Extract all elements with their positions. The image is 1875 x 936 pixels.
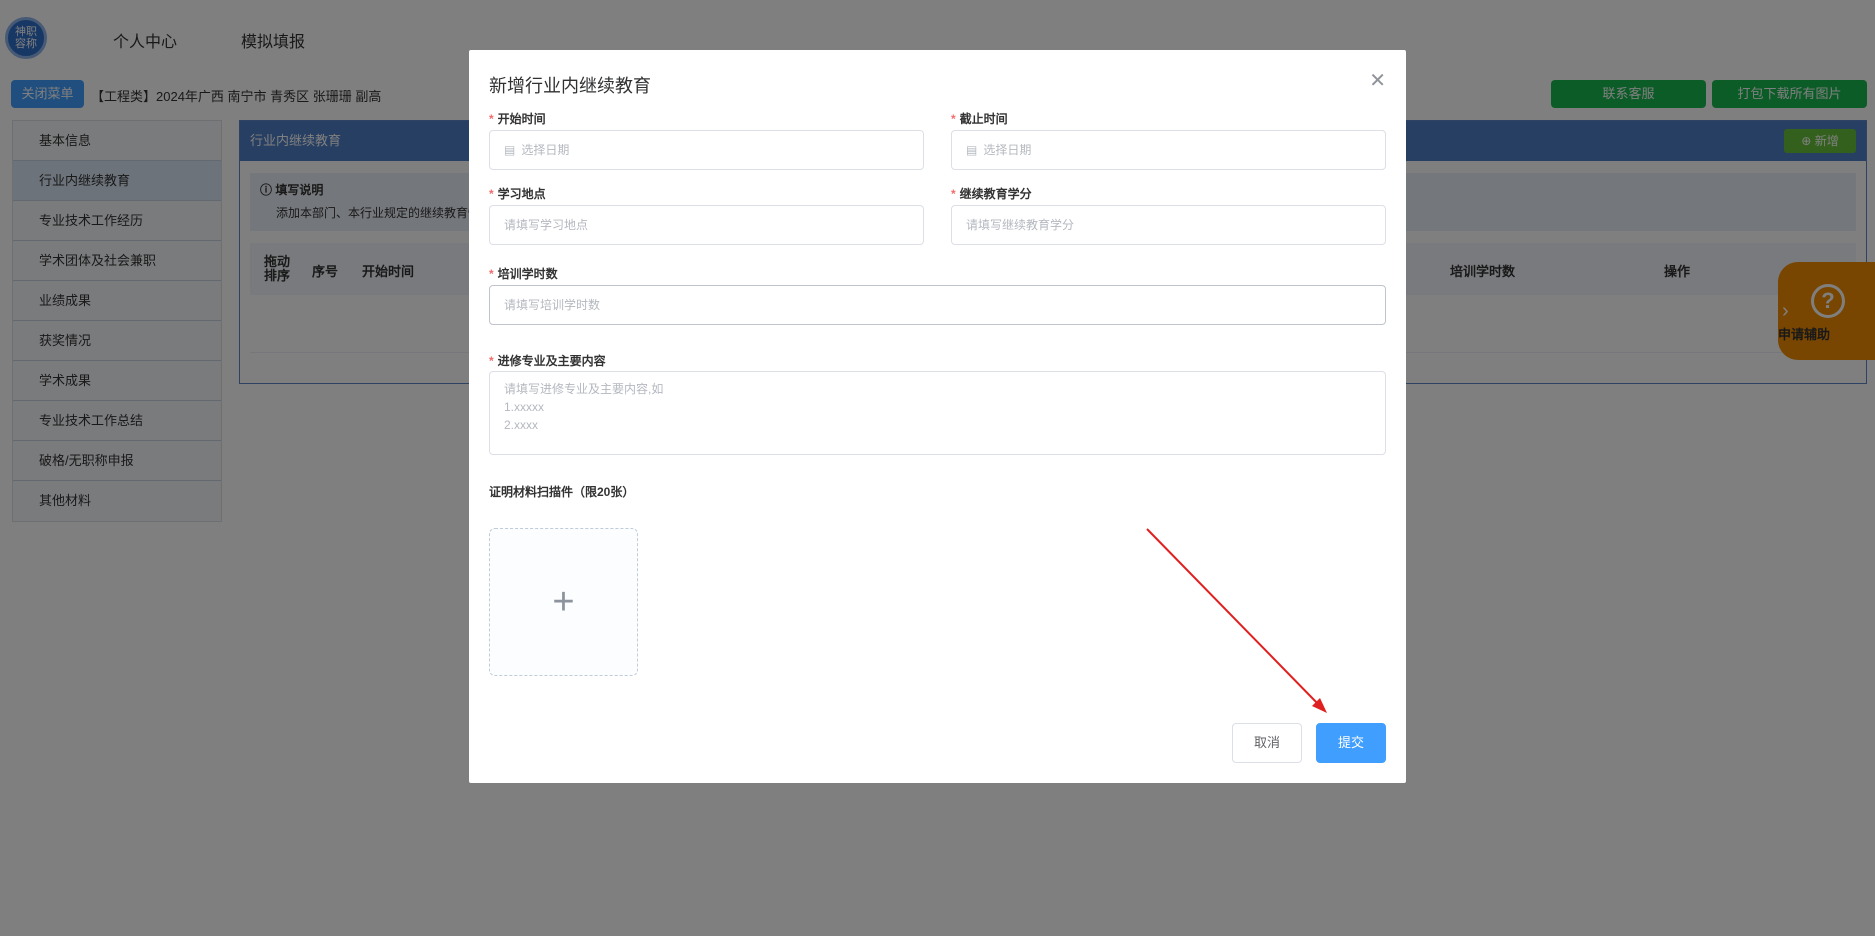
content-label: * 进修专业及主要内容 xyxy=(489,354,606,368)
training-hours-label: * 培训学时数 xyxy=(489,267,558,281)
calendar-icon: ▤ xyxy=(504,143,516,157)
end-time-label: * 截止时间 xyxy=(951,112,1008,126)
cancel-button[interactable]: 取消 xyxy=(1232,723,1302,763)
start-time-label: * 开始时间 xyxy=(489,112,546,126)
credit-input[interactable]: 请填写继续教育学分 xyxy=(951,205,1386,245)
upload-label: 证明材料扫描件（限20张） xyxy=(489,485,635,499)
add-education-dialog: 新增行业内继续教育 ✕ * 开始时间 ▤ 选择日期 * 截止时间 ▤ 选择日期 * 学习地… xyxy=(469,50,1406,783)
calendar-icon: ▤ xyxy=(966,143,978,157)
study-location-input[interactable]: 请填写学习地点 xyxy=(489,205,924,245)
content-textarea[interactable]: 请填写进修专业及主要内容,如 1.xxxxx 2.xxxx xyxy=(489,371,1386,455)
training-hours-input[interactable]: 请填写培训学时数 xyxy=(489,285,1386,325)
upload-box[interactable]: + xyxy=(489,528,638,676)
end-date-picker[interactable]: ▤ 选择日期 xyxy=(951,130,1386,170)
dialog-title: 新增行业内继续教育 xyxy=(489,76,651,96)
submit-button[interactable]: 提交 xyxy=(1316,723,1386,763)
start-date-picker[interactable]: ▤ 选择日期 xyxy=(489,130,924,170)
credit-label: * 继续教育学分 xyxy=(951,187,1032,201)
plus-icon: + xyxy=(552,581,575,623)
close-icon[interactable]: ✕ xyxy=(1369,68,1386,93)
study-location-label: * 学习地点 xyxy=(489,187,546,201)
